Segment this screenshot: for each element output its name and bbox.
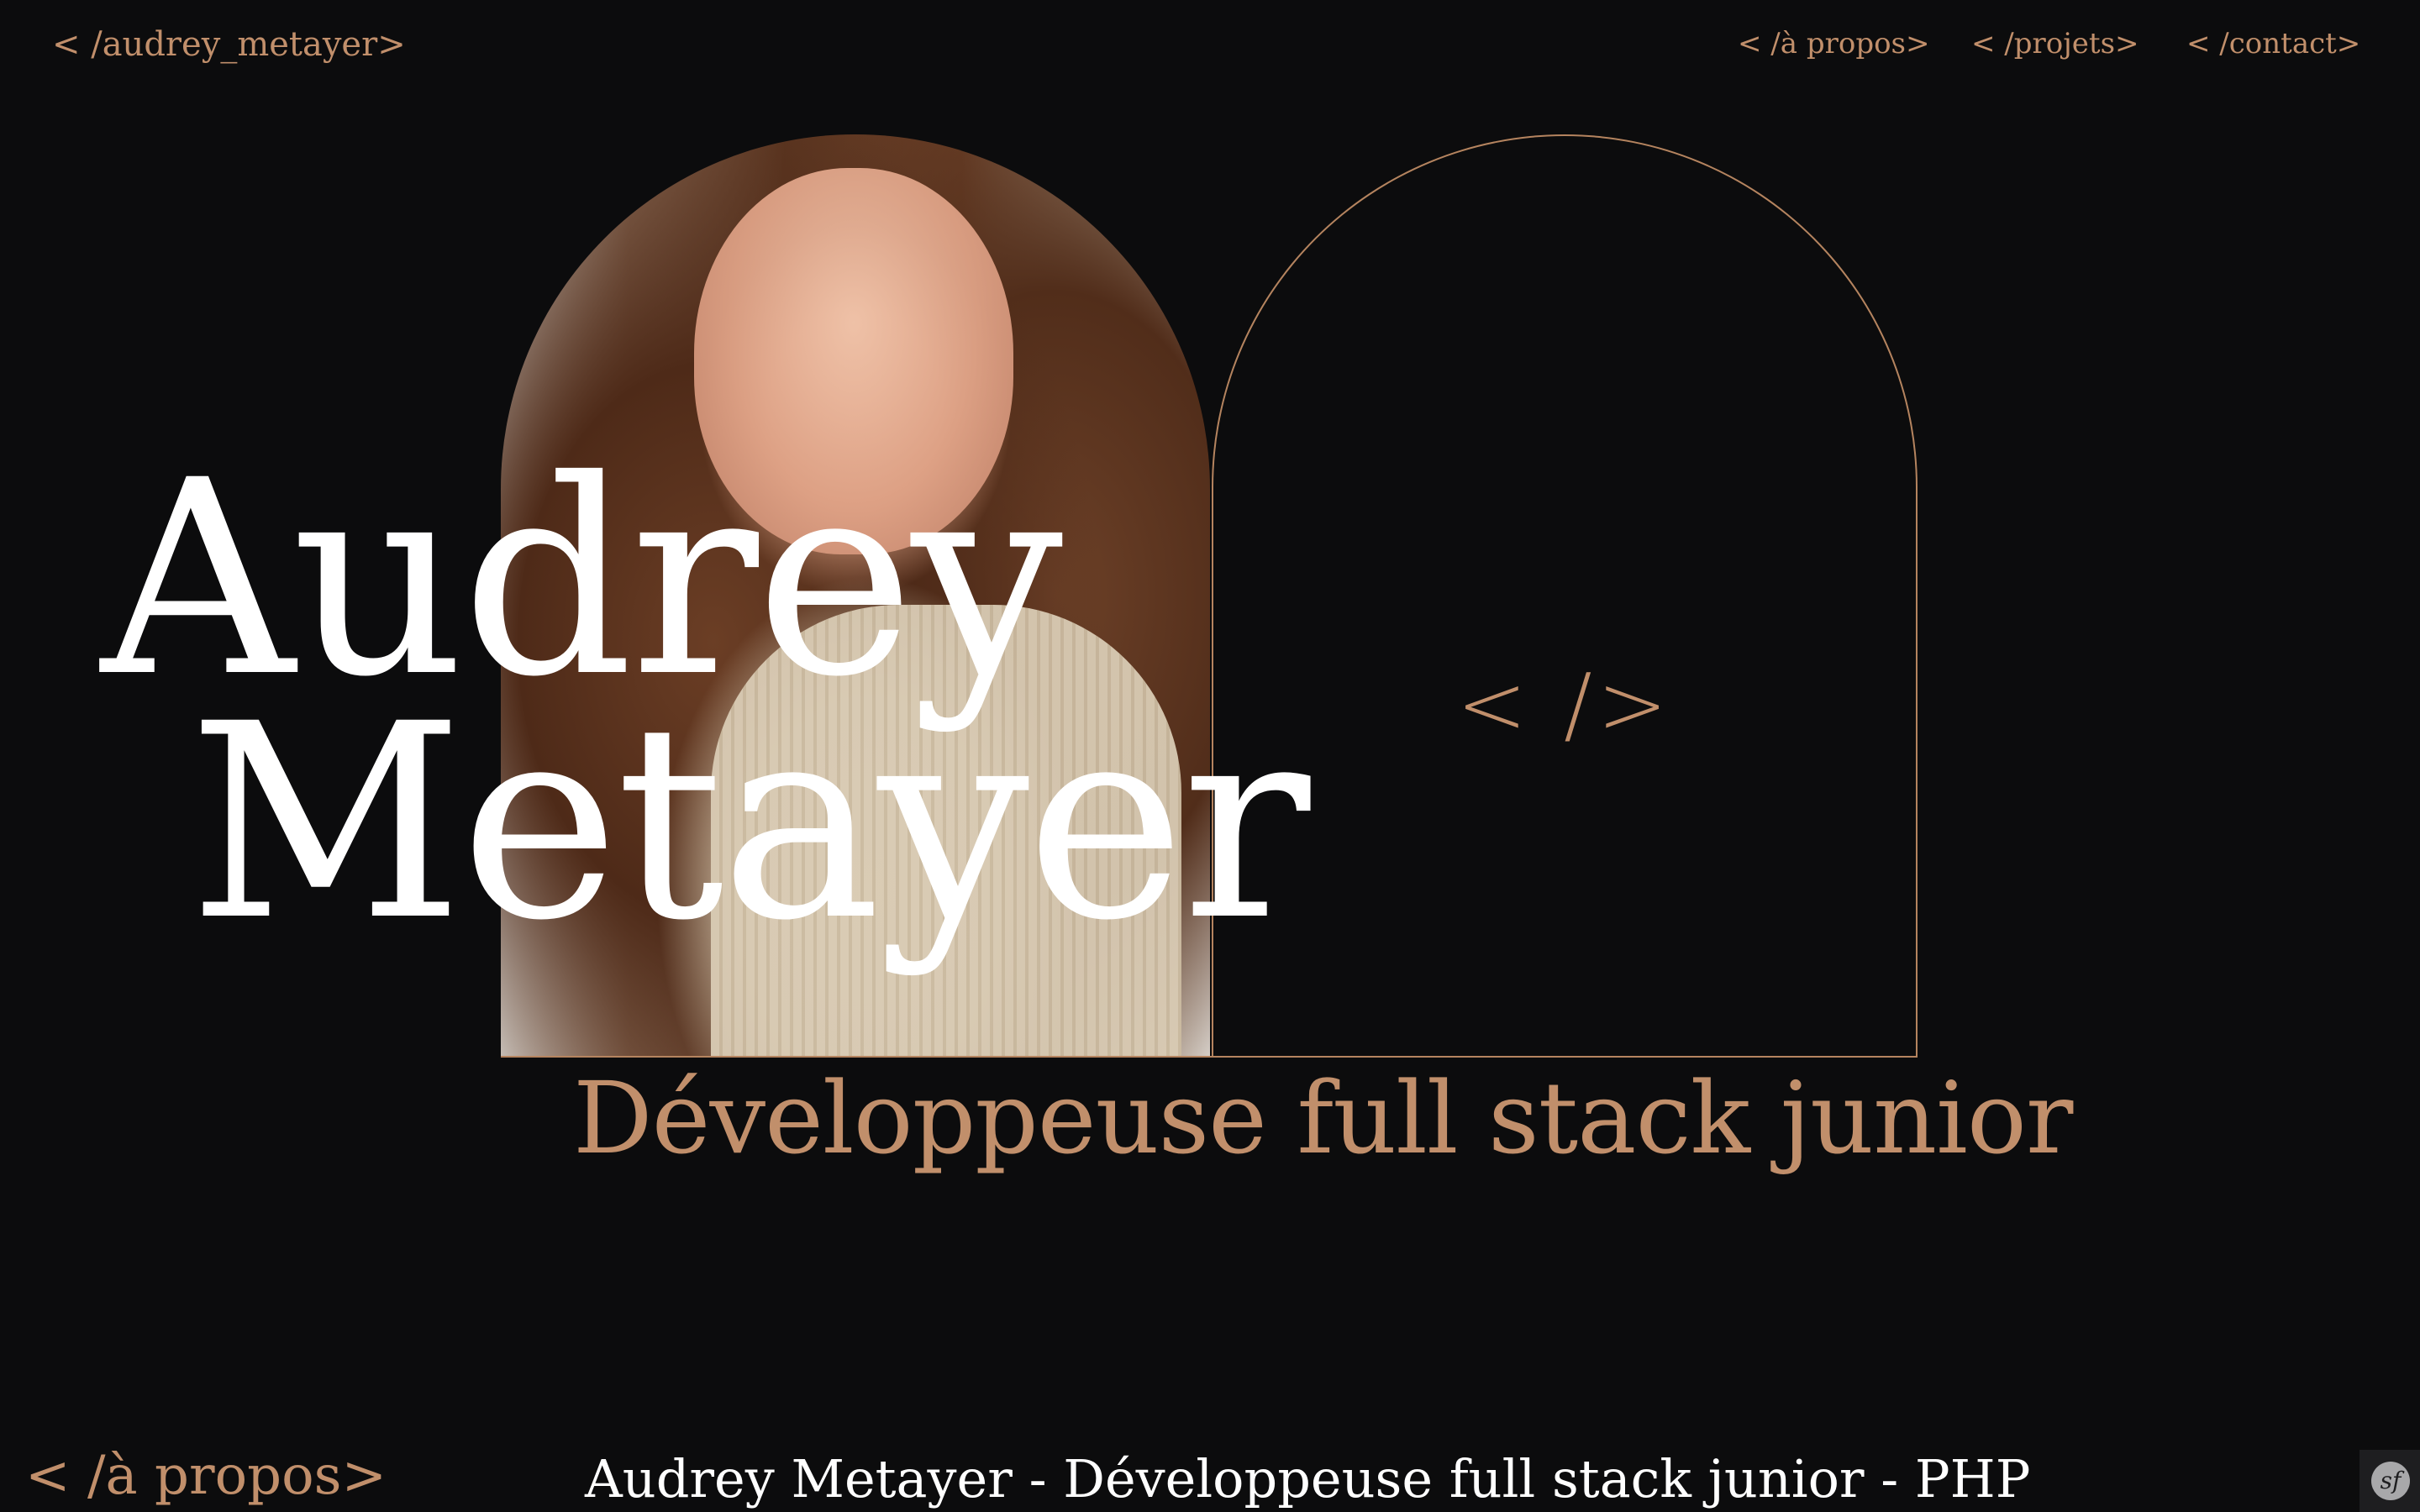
code-brackets-icon: < />: [1456, 655, 1673, 753]
nav-link-projets[interactable]: < /projets>: [1971, 27, 2139, 60]
arch-baseline-divider: [501, 1056, 1918, 1058]
symfony-toolbar-toggle[interactable]: sf: [2360, 1450, 2420, 1512]
nav-link-a-propos[interactable]: < /à propos>: [1738, 27, 1930, 60]
about-caption: Audrey Metayer - Développeuse full stack…: [585, 1448, 2031, 1509]
decorative-arch-outline: [1212, 134, 1918, 1057]
nav-link-contact[interactable]: < /contact>: [2186, 27, 2360, 60]
hero-subtitle: Développeuse full stack junior: [573, 1060, 2073, 1176]
hero-last-name: Metayer: [188, 667, 1311, 979]
about-section-title: < /à propos>: [25, 1445, 387, 1507]
site-logo[interactable]: < /audrey_metayer>: [52, 25, 406, 64]
symfony-icon: sf: [2371, 1462, 2410, 1500]
